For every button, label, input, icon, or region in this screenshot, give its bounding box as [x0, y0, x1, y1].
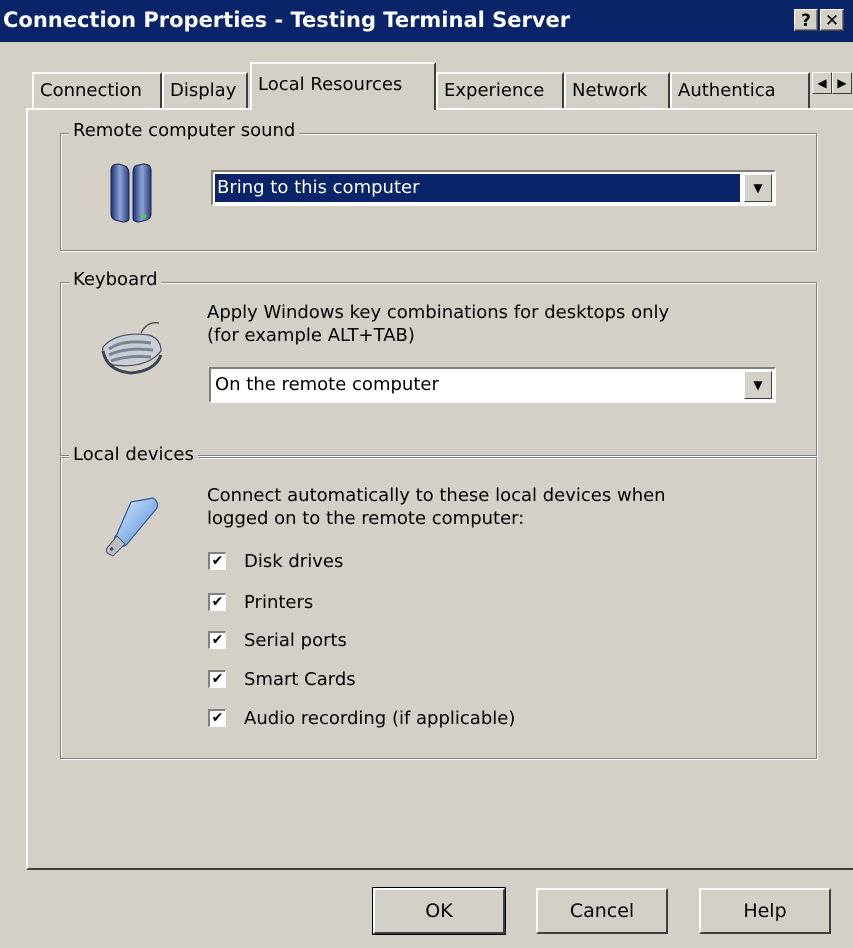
- tab-connection[interactable]: Connection: [32, 72, 162, 108]
- window-title: Connection Properties - Testing Terminal…: [3, 8, 571, 32]
- local-devices-description: Connect automatically to these local dev…: [207, 484, 666, 530]
- remote-sound-group: Remote computer sound Bring to this comp…: [60, 120, 817, 251]
- checkbox-label: Smart Cards: [244, 669, 356, 690]
- checkbox-box[interactable]: ✔: [208, 552, 226, 570]
- tab-display[interactable]: Display: [162, 72, 248, 108]
- remote-sound-select[interactable]: Bring to this computer ▼: [211, 170, 776, 206]
- remote-sound-value: Bring to this computer: [215, 174, 740, 202]
- speakers-icon: [110, 163, 152, 223]
- keyboard-description-line1: Apply Windows key combinations for deskt…: [207, 302, 670, 323]
- keyboard-description: Apply Windows key combinations for deskt…: [207, 301, 669, 347]
- tab-scroll-right-button[interactable]: ▶: [832, 72, 852, 94]
- keyboard-legend: Keyboard: [69, 269, 162, 290]
- help-button[interactable]: Help: [699, 888, 831, 934]
- checkbox-box[interactable]: ✔: [208, 709, 226, 727]
- keyboard-group: Keyboard Apply Windows key combinations …: [60, 269, 817, 456]
- keyboard-select[interactable]: On the remote computer ▼: [209, 367, 776, 403]
- keyboard-description-line2: (for example ALT+TAB): [207, 325, 415, 346]
- checkbox-box[interactable]: ✔: [208, 631, 226, 649]
- keyboard-value: On the remote computer: [215, 374, 439, 395]
- usb-drive-icon: [105, 497, 159, 557]
- cancel-button[interactable]: Cancel: [536, 888, 668, 934]
- tab-experience[interactable]: Experience: [436, 72, 564, 108]
- local-devices-legend: Local devices: [69, 444, 198, 465]
- remote-sound-legend: Remote computer sound: [69, 120, 300, 141]
- checkbox-label: Disk drives: [244, 551, 344, 572]
- chevron-down-icon[interactable]: ▼: [744, 371, 772, 399]
- arrow-left-icon: ◀: [817, 76, 827, 90]
- checkbox-box[interactable]: ✔: [208, 670, 226, 688]
- chevron-down-icon[interactable]: ▼: [744, 174, 772, 202]
- tab-scroll-left-button[interactable]: ◀: [812, 72, 832, 94]
- help-title-button[interactable]: ?: [794, 9, 818, 31]
- keyboard-icon: [101, 321, 163, 375]
- checkbox-label: Serial ports: [244, 630, 347, 651]
- tab-local-resources[interactable]: Local Resources: [250, 62, 436, 110]
- local-devices-description-line2: logged on to the remote computer:: [207, 508, 525, 529]
- arrow-right-icon: ▶: [837, 76, 847, 90]
- close-title-button[interactable]: ✕: [820, 9, 844, 31]
- ok-button[interactable]: OK: [372, 887, 506, 935]
- checkbox-box[interactable]: ✔: [208, 593, 226, 611]
- tab-network[interactable]: Network: [564, 72, 670, 108]
- title-bar: Connection Properties - Testing Terminal…: [0, 0, 853, 42]
- tab-authentication[interactable]: Authentica: [670, 72, 810, 108]
- checkbox-label: Audio recording (if applicable): [244, 708, 516, 729]
- local-devices-description-line1: Connect automatically to these local dev…: [207, 485, 666, 506]
- tab-strip: Connection Display Local Resources Exper…: [0, 62, 853, 110]
- checkbox-label: Printers: [244, 592, 314, 613]
